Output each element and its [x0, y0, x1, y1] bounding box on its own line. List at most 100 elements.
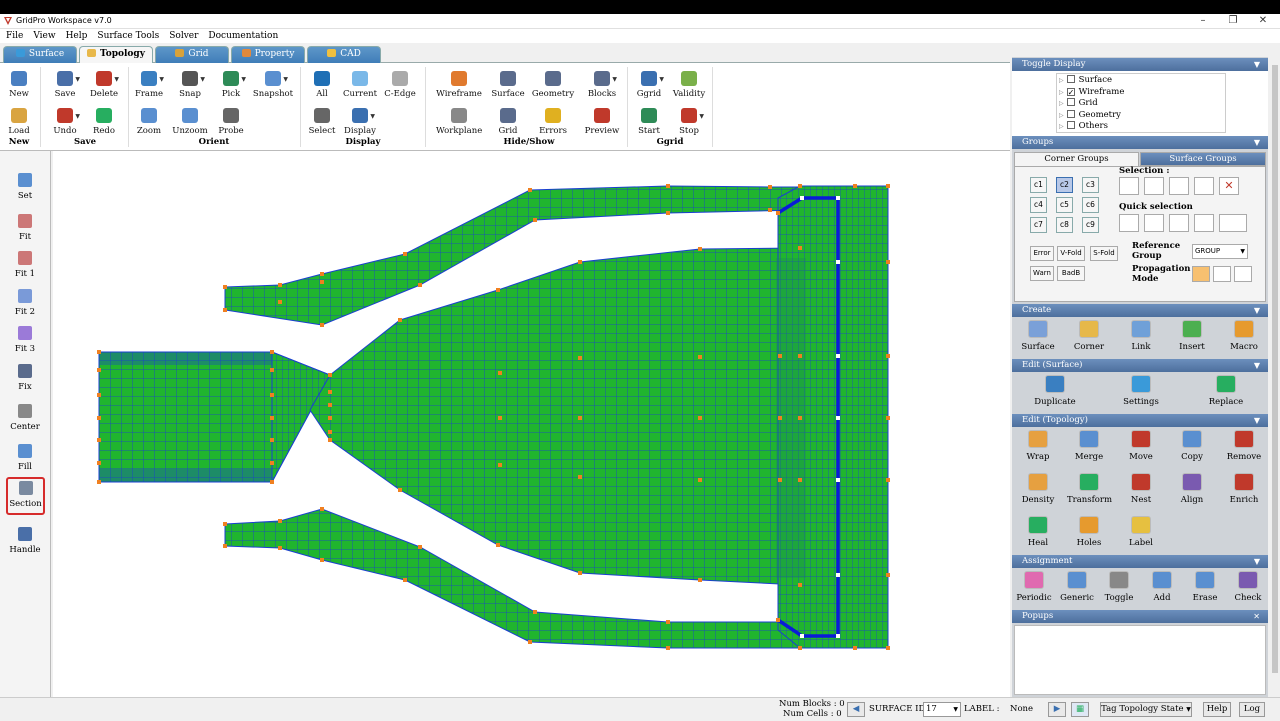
corner-group-c9[interactable]: c9: [1082, 217, 1099, 233]
corner-point[interactable]: [666, 211, 670, 215]
corner-point[interactable]: [578, 356, 582, 360]
frame-button[interactable]: Frame ▼: [126, 71, 172, 99]
corner-point[interactable]: [798, 184, 802, 188]
corner-point[interactable]: [798, 354, 802, 358]
corner-button[interactable]: Corner: [1067, 320, 1111, 352]
corner-point[interactable]: [97, 350, 101, 354]
menu-documentation[interactable]: Documentation: [202, 29, 282, 43]
filter-warn-button[interactable]: Warn: [1030, 266, 1054, 281]
corner-point[interactable]: [698, 478, 702, 482]
duplicate-button[interactable]: Duplicate: [1033, 375, 1077, 407]
tab-cad[interactable]: CAD: [307, 46, 381, 63]
grid-button[interactable]: Grid: [485, 108, 531, 136]
corner-point[interactable]: [886, 646, 890, 650]
surface-button[interactable]: Surface: [1016, 320, 1060, 352]
selected-corner-point[interactable]: [800, 196, 804, 200]
density-button[interactable]: Density: [1016, 473, 1060, 505]
corner-point[interactable]: [578, 571, 582, 575]
link-button[interactable]: Link: [1119, 320, 1163, 352]
create-header[interactable]: Create ▼: [1012, 304, 1268, 317]
blocks-button[interactable]: Blocks ▼: [579, 71, 625, 99]
corner-group-c8[interactable]: c8: [1056, 217, 1073, 233]
corner-point[interactable]: [768, 208, 772, 212]
selection-remove-icon[interactable]: [1194, 177, 1214, 195]
corner-point[interactable]: [798, 583, 802, 587]
set-tool[interactable]: Set: [3, 173, 47, 201]
replace-button[interactable]: Replace: [1204, 375, 1248, 407]
corner-point[interactable]: [328, 390, 332, 394]
checkbox[interactable]: [1066, 121, 1075, 129]
selected-corner-point[interactable]: [800, 634, 804, 638]
checkbox[interactable]: [1066, 98, 1075, 106]
corner-point[interactable]: [320, 558, 324, 562]
corner-point[interactable]: [398, 488, 402, 492]
corner-group-c5[interactable]: c5: [1056, 197, 1073, 213]
tab-corner-groups[interactable]: Corner Groups: [1014, 152, 1139, 166]
toggle-surface[interactable]: ▷ Surface: [1059, 75, 1112, 86]
corner-point[interactable]: [418, 545, 422, 549]
corner-point[interactable]: [223, 544, 227, 548]
toggle-button[interactable]: Toggle: [1097, 571, 1141, 603]
selected-corner-point[interactable]: [836, 260, 840, 264]
display-button[interactable]: Display ▼: [337, 108, 383, 136]
scrollbar-thumb[interactable]: [1272, 65, 1278, 673]
log-button[interactable]: Log: [1239, 702, 1265, 717]
tab-property[interactable]: Property: [231, 46, 305, 63]
corner-point[interactable]: [270, 480, 274, 484]
align-button[interactable]: Align: [1170, 473, 1214, 505]
insert-button[interactable]: Insert: [1170, 320, 1214, 352]
quick-sel-3-icon[interactable]: [1169, 214, 1189, 232]
handle-tool[interactable]: Handle: [3, 527, 47, 555]
corner-point[interactable]: [97, 416, 101, 420]
c-edge-button[interactable]: C-Edge: [377, 71, 423, 99]
delete-button[interactable]: Delete ▼: [81, 71, 127, 99]
selection-clear-icon[interactable]: ✕: [1219, 177, 1239, 195]
corner-point[interactable]: [328, 416, 332, 420]
corner-point[interactable]: [778, 354, 782, 358]
corner-point[interactable]: [886, 416, 890, 420]
validity-button[interactable]: Validity: [666, 71, 712, 99]
corner-point[interactable]: [270, 368, 274, 372]
corner-point[interactable]: [698, 578, 702, 582]
generic-button[interactable]: Generic: [1055, 571, 1099, 603]
redo-button[interactable]: Redo: [81, 108, 127, 136]
corner-point[interactable]: [798, 246, 802, 250]
toggle-display-header[interactable]: Toggle Display ▼: [1012, 58, 1268, 71]
add-button[interactable]: Add: [1140, 571, 1184, 603]
right-scrollbar[interactable]: [1270, 57, 1280, 697]
corner-point[interactable]: [328, 438, 332, 442]
popups-header[interactable]: Popups ✕: [1012, 610, 1268, 623]
edit-topology-header[interactable]: Edit (Topology) ▼: [1012, 414, 1268, 427]
corner-point[interactable]: [533, 218, 537, 222]
tag-topology-state-dropdown[interactable]: Tag Topology State ▼: [1100, 702, 1192, 717]
corner-point[interactable]: [403, 578, 407, 582]
corner-point[interactable]: [328, 373, 332, 377]
corner-group-c7[interactable]: c7: [1030, 217, 1047, 233]
corner-point[interactable]: [278, 300, 282, 304]
workplane-button[interactable]: Workplane: [436, 108, 482, 136]
prop-mode-1-icon[interactable]: [1192, 266, 1210, 282]
quick-sel-5-icon[interactable]: [1219, 214, 1247, 232]
settings-button[interactable]: Settings: [1119, 375, 1163, 407]
corner-point[interactable]: [270, 393, 274, 397]
macro-button[interactable]: Macro: [1222, 320, 1266, 352]
corner-point[interactable]: [270, 416, 274, 420]
menu-view[interactable]: View: [27, 29, 59, 43]
corner-point[interactable]: [578, 260, 582, 264]
help-button[interactable]: Help: [1203, 702, 1231, 717]
corner-point[interactable]: [496, 288, 500, 292]
corner-point[interactable]: [320, 272, 324, 276]
next-surface-button[interactable]: ▶: [1048, 702, 1066, 717]
corner-point[interactable]: [528, 188, 532, 192]
corner-point[interactable]: [886, 478, 890, 482]
section-tool[interactable]: Section: [6, 477, 45, 515]
wrap-button[interactable]: Wrap: [1016, 430, 1060, 462]
menu-surface-tools[interactable]: Surface Tools: [91, 29, 163, 43]
corner-point[interactable]: [578, 475, 582, 479]
corner-point[interactable]: [223, 285, 227, 289]
selected-corner-point[interactable]: [836, 416, 840, 420]
move-button[interactable]: Move: [1119, 430, 1163, 462]
geometry-button[interactable]: Geometry: [530, 71, 576, 99]
prop-mode-2-icon[interactable]: [1213, 266, 1231, 282]
selected-corner-point[interactable]: [836, 354, 840, 358]
